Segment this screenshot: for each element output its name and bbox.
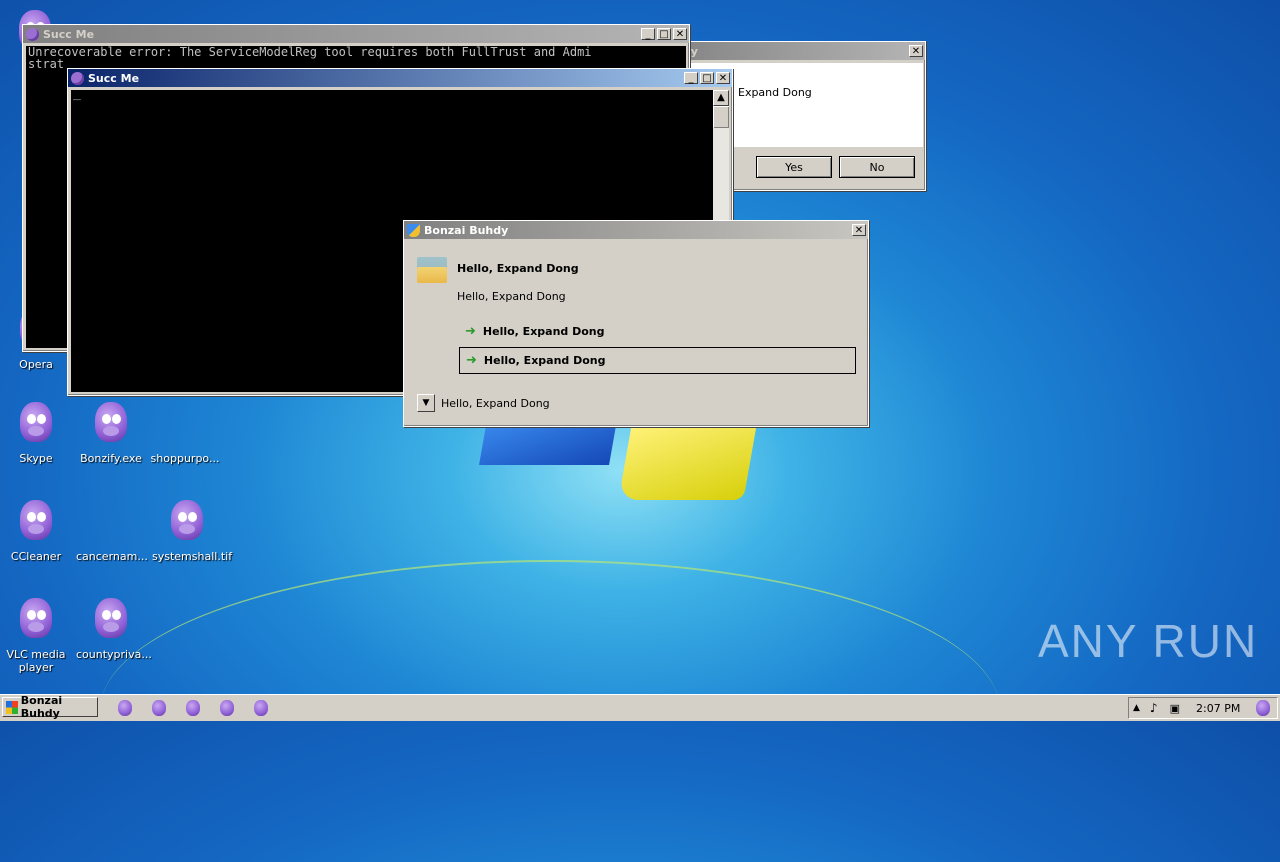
shield-icon [407, 223, 420, 237]
green-arrow-icon: ➜ [465, 323, 476, 339]
close-button[interactable]: ✕ [852, 224, 866, 236]
command-link-label: Hello, Expand Dong [482, 324, 605, 338]
green-arrow-icon: ➜ [466, 353, 477, 368]
close-button[interactable]: ✕ [673, 28, 687, 40]
maximize-button[interactable]: □ [657, 28, 671, 40]
maximize-button[interactable]: □ [700, 72, 714, 84]
scroll-up-button[interactable]: ▲ [713, 90, 729, 106]
desktop-icon-skype[interactable]: Skype [1, 402, 71, 465]
quicklaunch-bonzi-icon[interactable] [254, 700, 268, 716]
desktop-icon-countypriva[interactable]: countypriva... [76, 598, 152, 661]
desktop-icon-cancernam[interactable]: cancernam... [76, 500, 148, 563]
quicklaunch-bonzi-icon[interactable] [186, 700, 200, 716]
no-button[interactable]: No [839, 156, 915, 178]
start-button[interactable]: Bonzai Buhdy [2, 694, 98, 720]
scroll-thumb[interactable] [713, 106, 729, 128]
icon-label: cancernam... [76, 550, 148, 563]
bonzi-icon [91, 402, 131, 448]
quicklaunch-bonzi-icon[interactable] [220, 700, 234, 716]
desktop-icon-ccleaner[interactable]: CCleaner [1, 500, 71, 563]
folder-icon [417, 257, 447, 283]
desktop-icon-shoppurpo[interactable]: shoppurpo... [150, 402, 220, 465]
icon-label: countypriva... [76, 648, 152, 661]
clock[interactable]: 2:07 PM [1196, 702, 1240, 715]
icon-label: CCleaner [10, 550, 62, 563]
icon-label: Bonzify.exe [80, 452, 142, 465]
bonzify-titlebar[interactable]: Bonzify ✕ [649, 42, 925, 60]
icon-label: systemshall.tif [152, 550, 233, 563]
tray-bonzi-icon[interactable] [1256, 700, 1271, 716]
window-title: Succ Me [43, 27, 95, 41]
minimize-button[interactable]: _ [641, 28, 655, 40]
command-link-2[interactable]: ➜ Hello, Expand Dong [459, 347, 856, 374]
task-dialog: Bonzai Buhdy ✕ Hello, Expand Dong Hello,… [403, 220, 869, 427]
desktop-icon-bonzify[interactable]: Bonzify.exe [76, 402, 146, 465]
minimize-button[interactable]: _ [684, 72, 698, 84]
windows-flag-icon [6, 700, 18, 714]
window-title: Bonzai Buhdy [424, 223, 509, 237]
bonzi-icon [16, 598, 56, 644]
speaker-icon[interactable]: ♪ [1150, 701, 1158, 715]
taskbar: Bonzai Buhdy ▲ ♪ ▣ 2:07 PM [0, 694, 1280, 721]
console-text: Unrecoverable error: The ServiceModelReg… [28, 46, 592, 70]
desktop-icon-systemshall[interactable]: systemshall.tif [152, 500, 232, 563]
window-title: Bonzify [652, 45, 909, 58]
quicklaunch-bonzi-icon[interactable] [152, 700, 166, 716]
chevron-up-icon[interactable]: ▲ [1133, 703, 1140, 713]
bonzi-app-icon [71, 71, 84, 85]
bonzi-icon [16, 500, 56, 546]
desktop-icon-vlc[interactable]: VLC media player [1, 598, 71, 674]
close-button[interactable]: ✕ [909, 45, 923, 57]
task-dialog-titlebar[interactable]: Bonzai Buhdy ✕ [404, 221, 868, 239]
main-instruction: Hello, Expand Dong [457, 262, 579, 275]
content-text: Hello, Expand Dong [457, 290, 566, 303]
console-cursor: _ [73, 86, 81, 101]
windows-logo-yellow [618, 425, 757, 500]
icon-label: Skype [19, 452, 53, 465]
bonzi-app-icon [26, 27, 39, 41]
yes-button[interactable]: Yes [756, 156, 832, 178]
system-tray: ▲ ♪ ▣ 2:07 PM [1128, 697, 1278, 719]
console-back-titlebar[interactable]: Succ Me _ □ ✕ [23, 25, 689, 43]
icon-label: Opera [19, 358, 53, 371]
expando-button[interactable]: ▼ [417, 394, 435, 412]
quicklaunch-bonzi-icon[interactable] [118, 700, 132, 716]
bonzi-icon [167, 500, 207, 546]
close-button[interactable]: ✕ [716, 72, 730, 84]
chevron-down-icon: ▼ [422, 398, 430, 408]
expando-label: Hello, Expand Dong [441, 397, 550, 410]
bonzi-icon [16, 402, 56, 448]
anyrun-watermark: ANY RUN [1038, 615, 1259, 667]
console-front-titlebar[interactable]: Succ Me _ □ ✕ [68, 69, 732, 87]
start-label: Bonzai Buhdy [20, 694, 63, 720]
network-icon[interactable]: ▣ [1170, 702, 1180, 715]
command-link-label: Hello, Expand Dong [483, 354, 606, 367]
window-title: Succ Me [88, 71, 140, 85]
icon-label: VLC media player [6, 648, 66, 674]
bonzi-icon [91, 598, 131, 644]
icon-label: shoppurpo... [150, 452, 220, 465]
command-link-1[interactable]: ➜ Hello, Expand Dong [459, 318, 857, 344]
bonzify-message: , Expand Dong [731, 86, 812, 99]
